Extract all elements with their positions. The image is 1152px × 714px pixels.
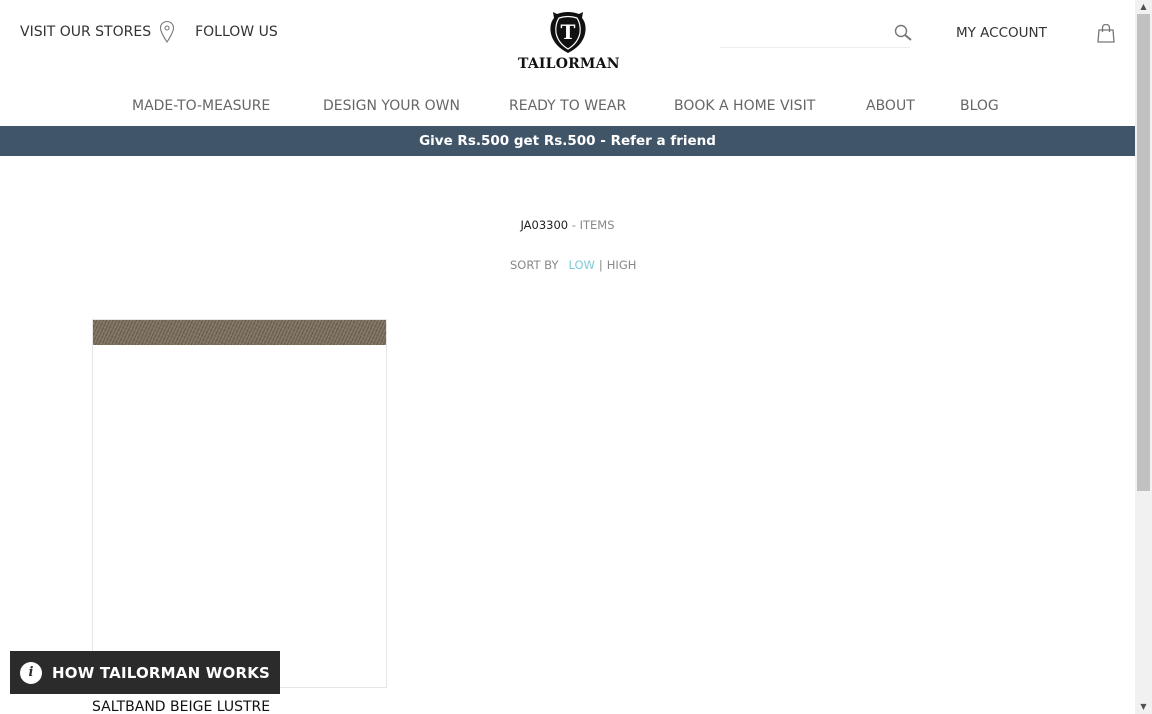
nav-book-home-visit[interactable]: BOOK A HOME VISIT — [674, 98, 815, 114]
visit-stores-label: VISIT OUR STORES — [20, 24, 152, 40]
my-account-link[interactable]: MY ACCOUNT — [956, 25, 1047, 41]
main-nav: MADE-TO-MEASURE DESIGN YOUR OWN READY TO… — [0, 98, 1135, 120]
follow-us-link[interactable]: FOLLOW US — [195, 24, 278, 40]
scroll-down-arrow-icon[interactable]: ▼ — [1135, 700, 1152, 714]
nav-design-your-own[interactable]: DESIGN YOUR OWN — [323, 98, 460, 114]
map-pin-icon — [160, 20, 175, 43]
items-suffix: - ITEMS — [568, 218, 615, 232]
info-icon: i — [20, 661, 42, 684]
crest-icon: T — [550, 12, 586, 53]
shopping-bag-icon[interactable] — [1096, 23, 1116, 43]
items-count-heading: JA03300 - ITEMS — [0, 218, 1135, 232]
sort-low-option[interactable]: LOW — [568, 258, 594, 272]
product-card[interactable] — [92, 319, 387, 688]
nav-made-to-measure[interactable]: MADE-TO-MEASURE — [132, 98, 270, 114]
fabric-swatch-image — [93, 320, 386, 345]
sort-controls: SORT BY LOW | HIGH — [510, 258, 636, 272]
sort-high-option[interactable]: HIGH — [607, 258, 637, 272]
sort-separator: | — [598, 258, 603, 272]
product-name[interactable]: SALTBAND BEIGE LUSTRE — [92, 699, 270, 714]
referral-banner[interactable]: Give Rs.500 get Rs.500 - Refer a friend — [0, 126, 1135, 156]
sort-by-label: SORT BY — [510, 258, 559, 272]
nav-blog[interactable]: BLOG — [960, 98, 999, 114]
brand-name: TAILORMAN — [518, 56, 620, 72]
collection-code: JA03300 — [520, 218, 569, 232]
visit-stores-link[interactable]: VISIT OUR STORES — [20, 20, 195, 44]
logo-letter: T — [561, 20, 576, 44]
how-it-works-button[interactable]: i HOW TAILORMAN WORKS — [10, 651, 280, 694]
header-left: VISIT OUR STORES FOLLOW US — [20, 20, 278, 44]
brand-logo[interactable]: T TAILORMAN — [518, 10, 620, 72]
nav-ready-to-wear[interactable]: READY TO WEAR — [509, 98, 626, 114]
scroll-up-arrow-icon[interactable]: ▲ — [1135, 0, 1152, 14]
page: VISIT OUR STORES FOLLOW US T TAILORMAN M… — [0, 0, 1135, 714]
search-underline — [720, 47, 910, 48]
vertical-scrollbar[interactable]: ▲ ▼ — [1135, 0, 1152, 714]
scrollbar-thumb[interactable] — [1137, 14, 1150, 491]
how-it-works-label: HOW TAILORMAN WORKS — [52, 663, 271, 682]
nav-about[interactable]: ABOUT — [866, 98, 915, 114]
search-icon[interactable] — [893, 23, 913, 43]
